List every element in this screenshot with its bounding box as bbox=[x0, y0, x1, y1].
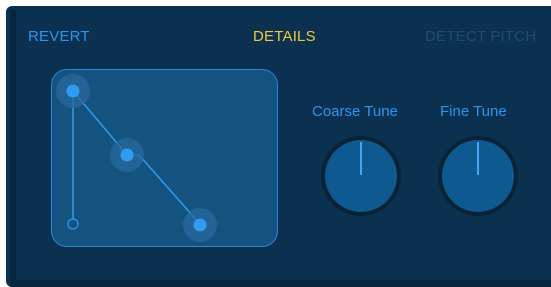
envelope-point-decay[interactable] bbox=[120, 148, 134, 162]
envelope-graph[interactable] bbox=[51, 69, 278, 247]
revert-button[interactable]: REVERT bbox=[28, 28, 90, 46]
fine-tune-knob[interactable] bbox=[438, 136, 518, 216]
coarse-tune-knob[interactable] bbox=[321, 136, 401, 216]
envelope-point-release[interactable] bbox=[193, 218, 207, 232]
envelope-point-attack[interactable] bbox=[66, 84, 80, 98]
panel-left-edge bbox=[10, 10, 16, 287]
details-tab[interactable]: DETAILS bbox=[253, 28, 316, 46]
panel-bottom-edge bbox=[10, 280, 551, 287]
editor-frame: REVERT DETAILS DETECT PITCH Coarse Tune … bbox=[0, 0, 551, 287]
knob-indicator bbox=[360, 142, 362, 175]
knob-indicator bbox=[477, 142, 479, 175]
coarse-tune-label: Coarse Tune bbox=[312, 103, 398, 120]
envelope-point-start[interactable] bbox=[67, 218, 79, 230]
fine-tune-label: Fine Tune bbox=[440, 103, 507, 120]
detect-pitch-button[interactable]: DETECT PITCH bbox=[425, 28, 536, 46]
